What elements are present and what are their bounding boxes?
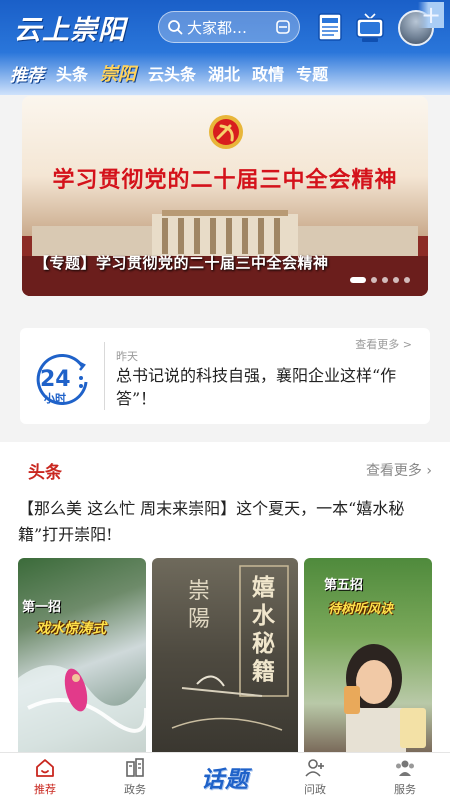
party-emblem-icon: [209, 115, 243, 149]
rafting-photo: [18, 665, 146, 752]
article-title[interactable]: 【那么美 这么忙 周末来崇阳】这个夏天，一本“嬉水秘籍”打开崇阳!: [18, 496, 434, 548]
thumbnail-2[interactable]: 崇陽 嬉水秘籍: [152, 558, 298, 752]
thumbnail-3-subtitle: 待树听风诀: [328, 602, 394, 617]
channel-tabs: 推荐 头条 崇阳 云头条 湖北 政情 专题: [0, 58, 450, 88]
nav-inquiry[interactable]: 问政: [270, 753, 360, 800]
thumbnail-2-vertical-left: 崇陽: [188, 579, 211, 632]
icon-24-unit: 小时: [43, 391, 66, 405]
tab-recommend[interactable]: 推荐: [10, 61, 44, 86]
carousel-dot: [404, 277, 410, 283]
banner-caption: 【专题】学习贯彻党的二十届三中全会精神: [34, 254, 329, 272]
scan-icon[interactable]: [275, 19, 291, 35]
home-icon: [36, 758, 54, 777]
thumbnail-3-label: 第五招: [324, 578, 364, 593]
nav-inquiry-label: 问政: [304, 782, 326, 796]
add-channel-button[interactable]: +: [418, 2, 444, 28]
carousel-indicator: [350, 277, 410, 283]
newspaper-icon[interactable]: [314, 10, 346, 46]
thumbnail-1-label: 第一招: [22, 600, 62, 615]
section-more-link[interactable]: 查看更多 ›: [366, 460, 432, 480]
tab-headlines[interactable]: 头条: [56, 61, 88, 85]
icon-24-number: 24: [40, 367, 71, 392]
tv-icon[interactable]: [354, 10, 386, 46]
tab-chongyang[interactable]: 崇阳: [100, 60, 136, 86]
app-logo: 云上崇阳: [14, 15, 126, 46]
section-more-label: 查看更多: [365, 463, 422, 479]
carousel-dot: [393, 277, 399, 283]
carousel-dot: [371, 277, 377, 283]
search-placeholder: 大家都…: [187, 18, 248, 37]
banner-headline: 学习贯彻党的二十届三中全会精神: [52, 168, 398, 193]
thumbnail-2-vertical-right: 嬉水秘籍: [252, 574, 275, 685]
ink-painting-illustration: [171, 565, 289, 731]
nav-topic[interactable]: 话题: [180, 753, 270, 800]
section-title: 头条: [28, 463, 62, 483]
carousel-dot: [382, 277, 388, 283]
nav-government-label: 政务: [124, 782, 146, 796]
headlines-section: 头条 查看更多 › 【那么美 这么忙 周末来崇阳】这个夏天，一本“嬉水秘籍”打开…: [0, 442, 450, 752]
group-icon: [396, 760, 414, 776]
tab-topics[interactable]: 专题: [296, 61, 328, 85]
building-icon: [126, 757, 144, 777]
person-add-icon: [305, 758, 324, 777]
news24-time: 昨天: [116, 350, 138, 363]
nav-topic-label: 话题: [201, 766, 249, 793]
tab-politics[interactable]: 政情: [252, 61, 284, 85]
banner-carousel[interactable]: 学习贯彻党的二十届三中全会精神 【专题】学习贯彻党的二十届三中全会精神: [22, 96, 428, 296]
nav-recommend-label: 推荐: [34, 782, 56, 796]
thumbnail-3[interactable]: 第五招 待树听风诀: [304, 558, 432, 752]
news24-headline[interactable]: 总书记说的科技自强，襄阳企业这样“作答”！: [116, 364, 416, 410]
bottom-navigation: 推荐 政务 话题 问政 服务: [0, 752, 450, 800]
divider: [104, 342, 105, 410]
search-icon: [168, 20, 183, 35]
thumbnail-1-subtitle: 戏水惊涛式: [36, 621, 106, 637]
search-bar[interactable]: 大家都…: [158, 11, 300, 43]
carousel-dot: [350, 277, 366, 283]
tab-cloud-headlines[interactable]: 云头条: [148, 61, 196, 85]
article-thumbnails[interactable]: 第一招 戏水惊涛式 崇陽 嬉水秘籍 第五招 待树听风诀: [18, 558, 432, 752]
nav-service[interactable]: 服务: [360, 753, 450, 800]
news-24h-card[interactable]: 24 小时 查看更多 > 昨天 总书记说的科技自强，襄阳企业这样“作答”！: [20, 328, 430, 424]
chevron-right-icon: ›: [426, 463, 432, 479]
nav-service-label: 服务: [394, 782, 416, 796]
nav-recommend[interactable]: 推荐: [0, 753, 90, 800]
news24-more-link[interactable]: 查看更多 >: [355, 336, 412, 352]
thumbnail-1[interactable]: 第一招 戏水惊涛式: [18, 558, 146, 752]
nav-government[interactable]: 政务: [90, 753, 180, 800]
tab-hubei[interactable]: 湖北: [208, 61, 240, 85]
clock-24h-icon: 24 小时: [36, 353, 88, 405]
